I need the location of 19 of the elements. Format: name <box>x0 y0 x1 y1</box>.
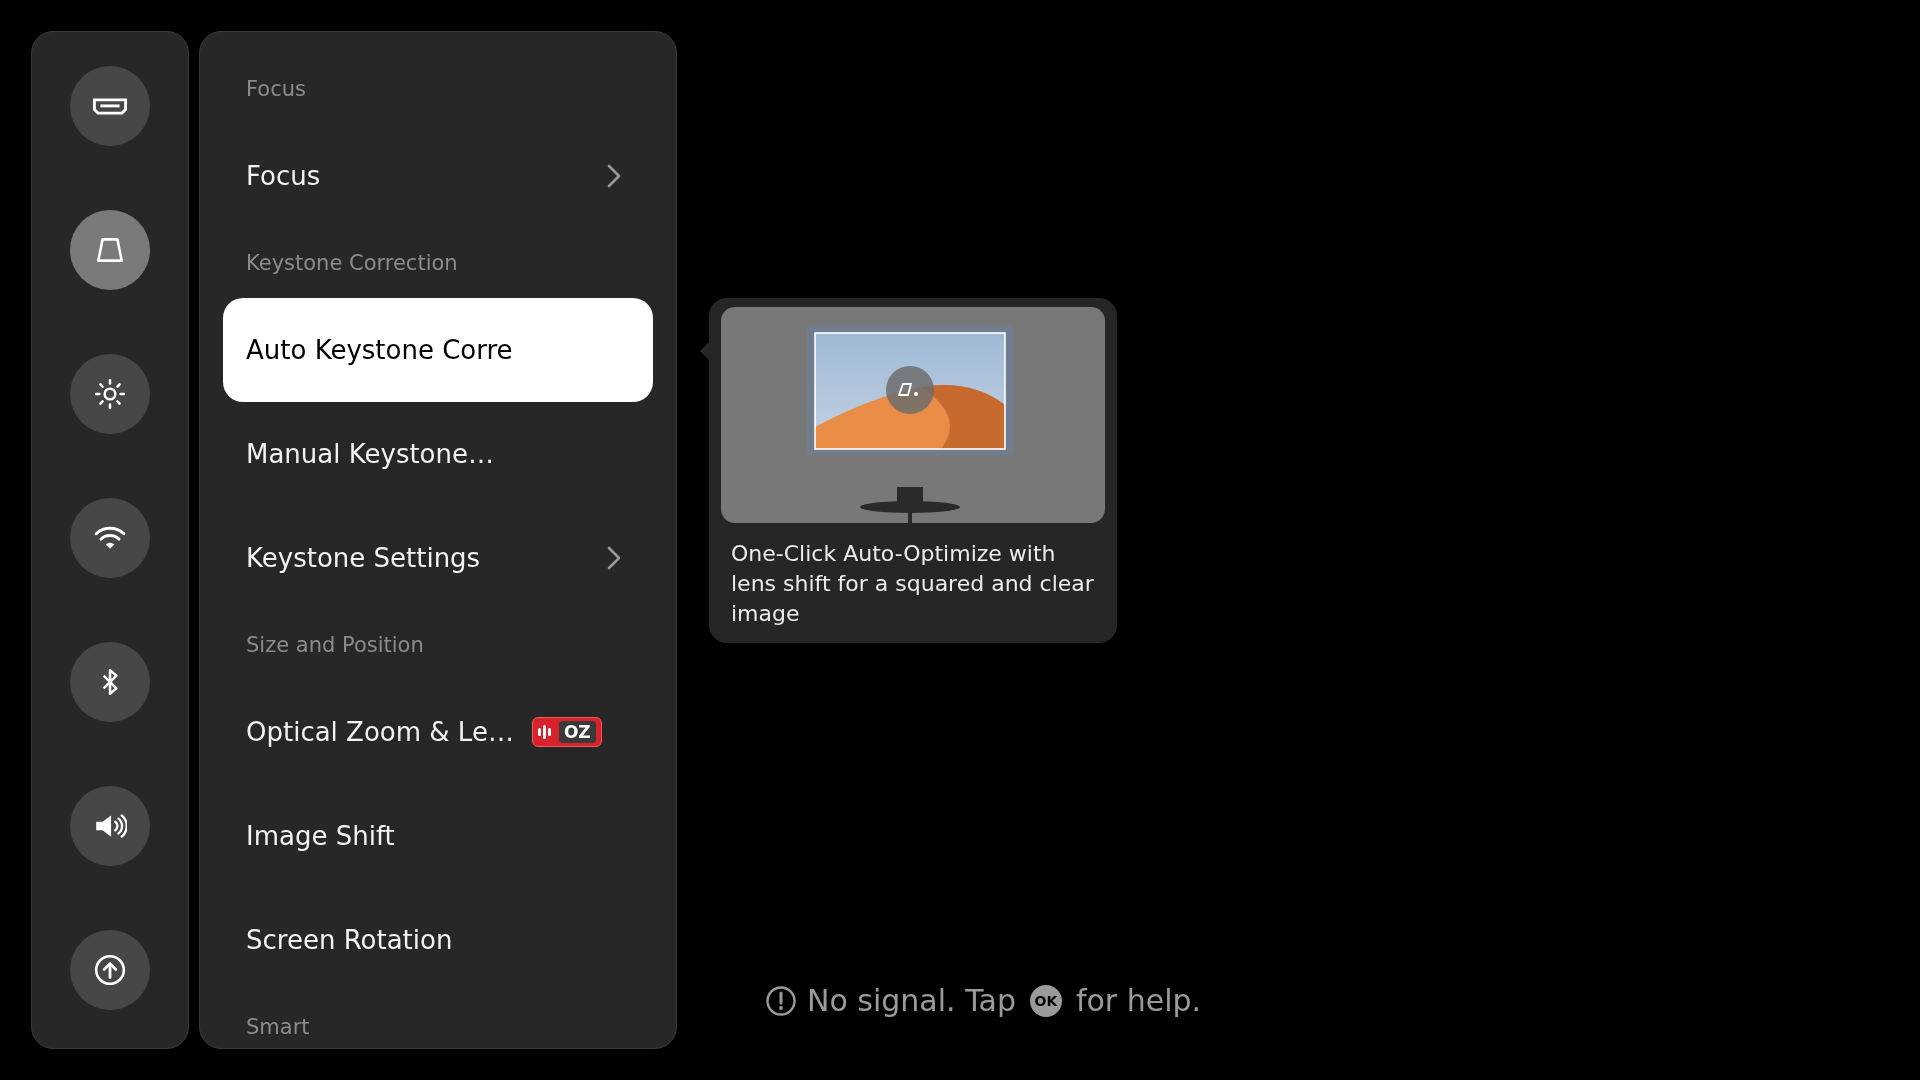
menu-item[interactable]: Image Shift <box>223 784 653 888</box>
section-heading: Smart <box>246 1015 310 1039</box>
section-heading: Keystone Correction <box>246 251 458 275</box>
brightness-icon <box>93 377 127 411</box>
section-heading: Size and Position <box>246 633 424 657</box>
no-signal-text: No signal. Tap <box>807 983 1016 1018</box>
oz-badge: OZ <box>531 717 602 747</box>
section-heading: Focus <box>246 77 306 101</box>
tooltip-description: One-Click Auto-Optimize with lens shift for a squared and clear image <box>730 540 1095 628</box>
menu-item[interactable]: Screen Rotation <box>223 888 653 992</box>
menu-item[interactable]: Auto Keystone Corre <box>223 298 653 402</box>
exclamation-circle-icon <box>765 984 797 1017</box>
hdmi-port-icon <box>92 97 128 115</box>
menu-item[interactable]: Optical Zoom & Le… OZ <box>223 680 653 784</box>
help-text: for help. <box>1075 983 1202 1018</box>
menu-item[interactable]: Focus <box>223 124 653 228</box>
menu-item[interactable]: Manual Keystone… <box>223 402 653 506</box>
ok-key-badge: OK <box>1029 984 1062 1017</box>
menu-item[interactable]: Keystone Settings <box>223 506 653 610</box>
